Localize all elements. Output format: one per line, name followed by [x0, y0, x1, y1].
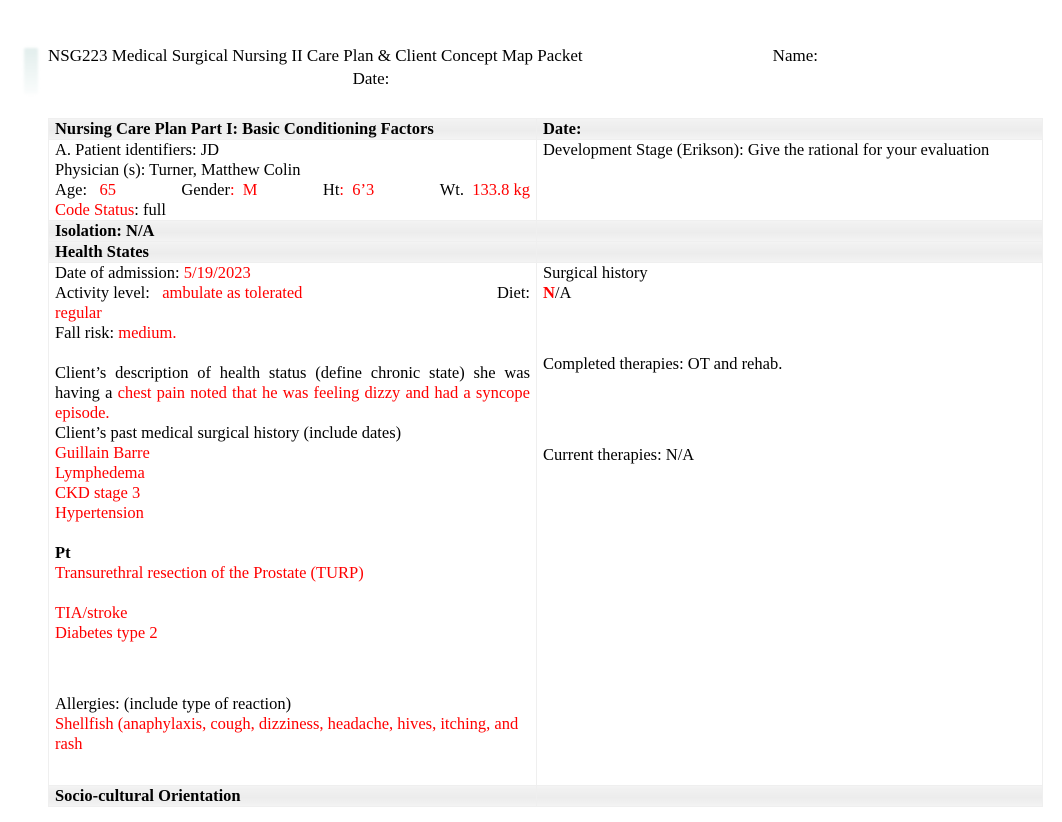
- cell-health-states: Date of admission: 5/19/2023 Activity le…: [48, 262, 537, 786]
- current-therapies: Current therapies: N/A: [543, 445, 695, 464]
- patient-identifiers-value: JD: [200, 140, 220, 159]
- weight-value: 133.8 kg: [472, 180, 530, 199]
- height-group: Ht: 6’3: [323, 180, 374, 200]
- header-name-field: Name:: [772, 46, 818, 65]
- spacer-r6: [543, 414, 1036, 434]
- document-header: NSG223 Medical Surgical Nursing II Care …: [48, 44, 1014, 90]
- section-header-socio-cultural-orientation-right: [536, 785, 1043, 807]
- vitals-line: Age: 65 Gender: M Ht: 6’3 Wt. 133.8 kg: [55, 180, 530, 200]
- cell-development-stage: Development Stage (Erikson): Give the ra…: [536, 139, 1043, 221]
- health-status-description-value: chest pain noted that he was feeling diz…: [55, 383, 530, 422]
- code-status-label: Code Status: [55, 200, 135, 219]
- spacer-6: [55, 674, 530, 694]
- admission-line: Date of admission: 5/19/2023: [55, 263, 530, 283]
- activity-level-label: Activity level:: [55, 283, 163, 302]
- spacer-r7: [543, 434, 1036, 445]
- section-header-date: Date:: [536, 118, 1043, 140]
- spacer-r1: [543, 303, 1036, 323]
- past-history-label: Client’s past medical surgical history (…: [55, 423, 402, 442]
- diet-label: Diet:: [497, 283, 530, 302]
- patient-identifiers-label: A. Patient identifiers:: [55, 140, 197, 159]
- header-date-field: Date:: [352, 69, 390, 88]
- spacer-4: [55, 643, 530, 663]
- admission-value: 5/19/2023: [183, 263, 251, 282]
- table-row: A. Patient identifiers: JD Physician (s)…: [48, 139, 1043, 221]
- code-status-value: : full: [134, 200, 166, 219]
- allergies-label: Allergies: (include type of reaction): [55, 694, 292, 713]
- past-history-item-0: Guillain Barre: [55, 443, 150, 462]
- header-title-row: NSG223 Medical Surgical Nursing II Care …: [48, 44, 1014, 67]
- spacer-5: [55, 663, 530, 674]
- fall-risk-label: Fall risk:: [55, 323, 119, 342]
- past-history-item-1: Lymphedema: [55, 463, 145, 482]
- left-edge-cursor-artifact: [24, 48, 38, 94]
- section-header-socio-cultural-orientation: Socio-cultural Orientation: [48, 785, 537, 807]
- diet-value: N/A: [543, 283, 1036, 303]
- document-page: NSG223 Medical Surgical Nursing II Care …: [0, 0, 1062, 822]
- pt-item-2: Diabetes type 2: [55, 623, 158, 642]
- spacer-3: [55, 583, 530, 603]
- age-value: 65: [99, 180, 116, 199]
- table-row: Nursing Care Plan Part I: Basic Conditio…: [48, 118, 1043, 140]
- physician-value: Turner, Matthew Colin: [149, 160, 301, 179]
- table-row: Socio-cultural Orientation: [48, 785, 1043, 807]
- activity-level-value-2: regular: [55, 303, 102, 322]
- isolation-row: Isolation: N/A: [48, 220, 537, 242]
- completed-therapies: Completed therapies: OT and rehab.: [543, 354, 783, 373]
- spacer-7: [55, 754, 530, 774]
- table-row: Isolation: N/A: [48, 220, 1043, 242]
- height-label: Ht: [322, 180, 340, 199]
- spacer-r2: [543, 323, 1036, 343]
- spacer-8: [55, 774, 530, 785]
- development-stage-answer-space[interactable]: [543, 160, 1036, 180]
- gender-value: M: [242, 180, 258, 199]
- spacer-1: [55, 343, 530, 363]
- allergies-value: Shellfish (anaphylaxis, cough, dizziness…: [55, 714, 519, 753]
- spacer-r5: [543, 394, 1036, 414]
- pt-item-1: TIA/stroke: [55, 603, 128, 622]
- code-status-line: Code Status: full: [55, 200, 530, 220]
- past-history-item-3: Hypertension: [55, 503, 144, 522]
- spacer-2: [55, 523, 530, 543]
- care-plan-table: Nursing Care Plan Part I: Basic Conditio…: [48, 118, 1043, 807]
- gender-group: Gender: M: [181, 180, 257, 200]
- table-row: Health States: [48, 241, 1043, 263]
- pt-item-0: Transurethral resection of the Prostate …: [55, 563, 364, 582]
- development-stage-label: Development Stage (Erikson): Give the ra…: [543, 140, 990, 159]
- section-header-health-states-right: [536, 241, 1043, 263]
- age-label: Age:: [55, 180, 88, 199]
- health-status-description: Client’s description of health status (d…: [55, 363, 530, 423]
- diet-value-red: N: [543, 283, 555, 302]
- weight-label: Wt.: [439, 180, 464, 199]
- admission-label: Date of admission:: [55, 263, 184, 282]
- pt-label: Pt: [55, 543, 71, 562]
- table-row: Date of admission: 5/19/2023 Activity le…: [48, 262, 1043, 786]
- age-group: Age: 65: [55, 180, 116, 200]
- development-stage-answer-space-2[interactable]: [543, 180, 1036, 200]
- physician-line: Physician (s): Turner, Matthew Colin: [55, 160, 530, 180]
- patient-identifiers-line: A. Patient identifiers: JD: [55, 140, 530, 160]
- cell-surgical-history: Surgical history N/A Completed therapies…: [536, 262, 1043, 786]
- weight-group: Wt. 133.8 kg: [440, 180, 530, 200]
- surgical-history-label: Surgical history: [543, 263, 648, 282]
- section-header-basic-conditioning-factors: Nursing Care Plan Part I: Basic Conditio…: [48, 118, 537, 140]
- activity-level-value: ambulate as tolerated: [162, 283, 303, 302]
- height-value: 6’3: [352, 180, 375, 199]
- spacer-r3: [543, 343, 1036, 354]
- past-history-item-2: CKD stage 3: [55, 483, 141, 502]
- isolation-row-right: [536, 220, 1043, 242]
- activity-level-line: Activity level: ambulate as tolerated Die…: [55, 283, 530, 303]
- physician-label: Physician (s):: [55, 160, 146, 179]
- page-title: NSG223 Medical Surgical Nursing II Care …: [48, 46, 583, 65]
- diet-value-black: /A: [554, 283, 572, 302]
- cell-basic-conditioning-factors: A. Patient identifiers: JD Physician (s)…: [48, 139, 537, 221]
- spacer-r4: [543, 374, 1036, 394]
- fall-risk-line: Fall risk: medium.: [55, 323, 530, 343]
- gender-label: Gender: [181, 180, 230, 199]
- section-header-health-states: Health States: [48, 241, 537, 263]
- fall-risk-value: medium.: [118, 323, 177, 342]
